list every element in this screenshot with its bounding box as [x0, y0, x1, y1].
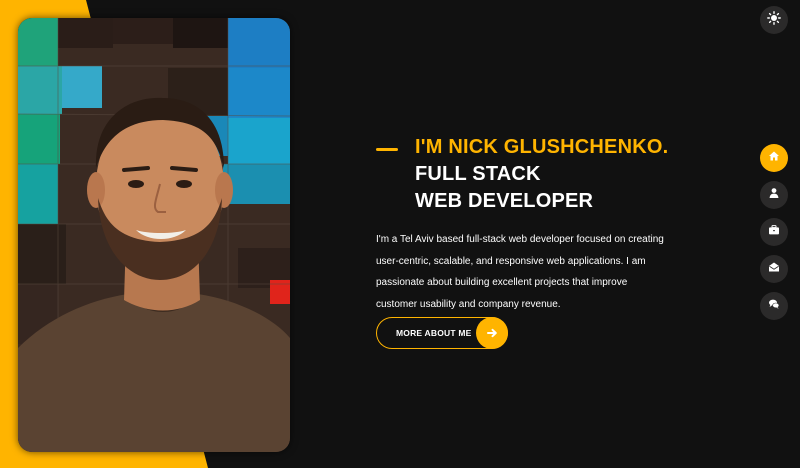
hero-title: I'M NICK GLUSHCHENKO. FULL STACK WEB DEV… [376, 134, 669, 215]
theme-toggle-button[interactable] [760, 6, 788, 34]
hero-role-line-1: FULL STACK [415, 163, 541, 185]
briefcase-icon [768, 223, 780, 241]
hero-bio: I'm a Tel Aviv based full-stack web deve… [376, 234, 664, 310]
nav-item-portfolio[interactable] [760, 218, 788, 246]
hero-content: I'M NICK GLUSHCHENKO. FULL STACK WEB DEV… [376, 134, 669, 315]
nav-item-home[interactable] [760, 144, 788, 172]
nav-item-blog[interactable] [760, 292, 788, 320]
more-about-me-label: MORE ABOUT ME [396, 328, 472, 338]
sun-icon [767, 10, 781, 30]
nav-item-about[interactable] [760, 181, 788, 209]
hero-role-line-2: WEB DEVELOPER [415, 190, 594, 212]
arrow-right-icon [476, 317, 508, 349]
side-navigation [760, 144, 788, 329]
title-dash-decoration [376, 148, 398, 151]
more-about-me-button[interactable]: MORE ABOUT ME [376, 317, 508, 349]
comments-icon [768, 297, 780, 315]
profile-photo [18, 18, 290, 452]
envelope-open-icon [768, 260, 780, 278]
home-icon [768, 149, 780, 167]
nav-item-contact[interactable] [760, 255, 788, 283]
hero-name: I'M NICK GLUSHCHENKO. [415, 136, 669, 158]
user-icon [768, 186, 780, 204]
